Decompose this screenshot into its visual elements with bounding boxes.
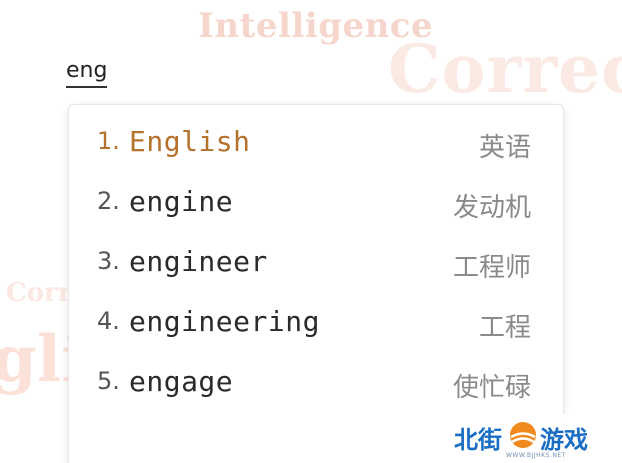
suggestion-translation: 工程师: [452, 253, 531, 283]
suggestion-word: English: [129, 125, 251, 158]
suggestion-popup: 1. English 英语 2. engine 发动机 3. engineer …: [68, 104, 564, 463]
suggestion-number: 3.: [97, 247, 120, 275]
suggestion-item-engineering[interactable]: 4. engineering 工程: [69, 293, 563, 349]
suggestion-number: 5.: [97, 367, 120, 395]
suggestion-translation: 英语: [478, 133, 531, 163]
watermark-text-right: 游戏: [540, 426, 588, 454]
background-word-intelligence: Intelligence: [198, 6, 434, 46]
suggestion-number: 4.: [97, 307, 120, 335]
screen: Intelligence Correcti Corr glis eng 1. E…: [0, 0, 622, 463]
suggestion-translation: 工程: [478, 313, 531, 343]
suggestion-word: engine: [129, 185, 234, 218]
watermark-url: WWW.BJJHKS.NET: [506, 452, 566, 459]
suggestion-item-english[interactable]: 1. English 英语: [69, 113, 563, 169]
suggestion-number: 2.: [97, 187, 120, 215]
suggestion-word: engineering: [129, 305, 320, 338]
background-word-correction: Correcti: [388, 30, 622, 108]
watermark-logo: 北街 游戏 WWW.BJJHKS.NET: [452, 414, 622, 463]
suggestion-item-engineer[interactable]: 3. engineer 工程师: [69, 233, 563, 289]
suggestion-number: 1.: [97, 127, 120, 155]
suggestion-translation: 发动机: [452, 193, 531, 223]
suggestion-word: engineer: [129, 245, 268, 278]
sun-logo-icon: [510, 422, 536, 448]
background-word-left-small: Corr: [6, 278, 72, 308]
watermark-text-left: 北街: [454, 426, 502, 454]
suggestion-translation: 使忙碌: [452, 373, 531, 403]
suggestion-word: engage: [129, 365, 234, 398]
suggestion-item-engine[interactable]: 2. engine 发动机: [69, 173, 563, 229]
suggestion-item-engage[interactable]: 5. engage 使忙碌: [69, 353, 563, 409]
query-input[interactable]: eng: [66, 58, 108, 88]
